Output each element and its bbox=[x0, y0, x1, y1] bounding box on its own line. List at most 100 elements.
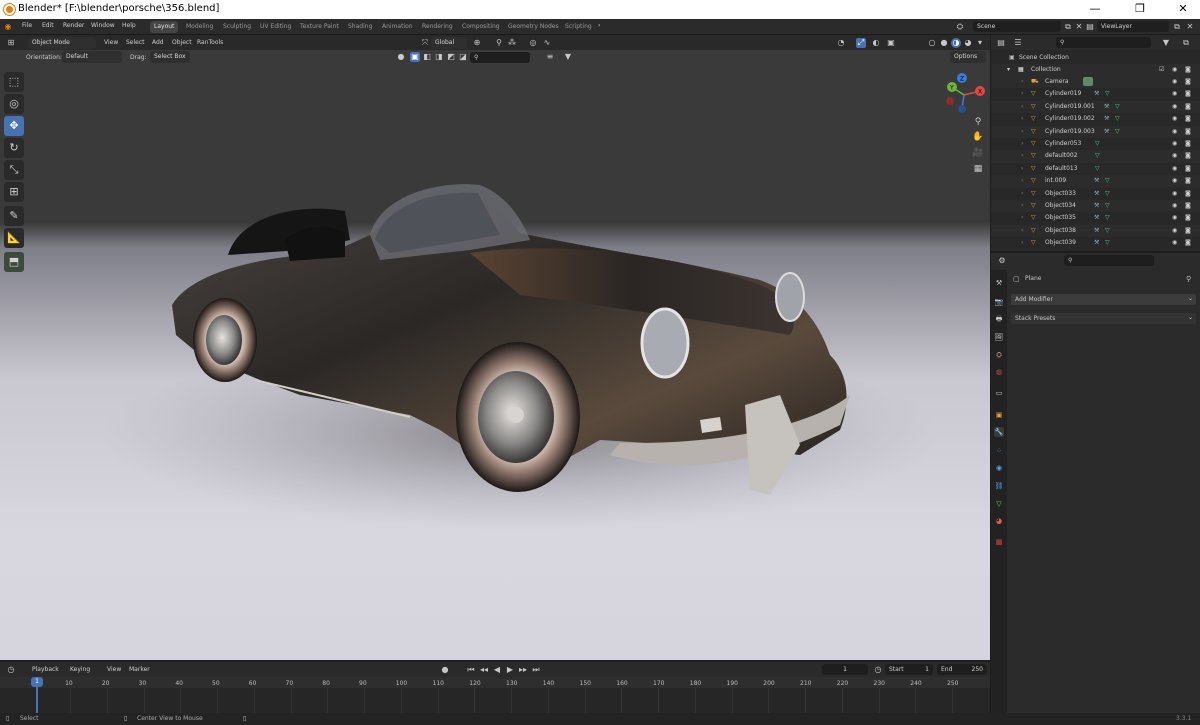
expand-arrow-icon[interactable]: › bbox=[1021, 165, 1023, 172]
jump-end-icon[interactable]: ⏭ bbox=[531, 665, 541, 675]
navigation-gizmo[interactable]: X Y Z bbox=[942, 73, 986, 117]
timeline-menu-view[interactable]: View bbox=[107, 666, 121, 673]
mesh-data-icon[interactable]: ▽ bbox=[1105, 214, 1110, 221]
timeline-editor-icon[interactable]: ◷ bbox=[6, 665, 16, 675]
list-item[interactable]: › ▽ Cylinder019.003 ⚒ ▽ ◉ ◙ bbox=[991, 125, 1200, 138]
mesh-data-icon[interactable]: ▽ bbox=[1105, 90, 1110, 97]
collection-tab-icon[interactable]: ▭ bbox=[994, 388, 1004, 398]
modifier-tab-icon[interactable]: 🔧 bbox=[994, 427, 1004, 437]
select-box-tool[interactable]: ⬚ bbox=[4, 72, 24, 92]
jump-start-icon[interactable]: ⏮ bbox=[466, 665, 476, 675]
camera-render-icon[interactable]: ◙ bbox=[1185, 140, 1191, 147]
viewport-menu-add[interactable]: Add bbox=[152, 39, 164, 46]
transform-tool[interactable]: ⊞ bbox=[4, 182, 24, 202]
eye-icon[interactable]: ◉ bbox=[1172, 103, 1177, 110]
shading-options-icon[interactable]: ▾ bbox=[975, 38, 985, 48]
select-invert-icon[interactable]: ◩ bbox=[446, 52, 456, 62]
menu-render[interactable]: Render bbox=[63, 22, 84, 29]
proportional-edit-icon[interactable]: ◎ bbox=[528, 38, 538, 48]
modifier-wrench-icon[interactable]: ⚒ bbox=[1094, 239, 1099, 246]
close-button[interactable]: ✕ bbox=[1168, 1, 1198, 17]
snap-target-icon[interactable]: ⁂ bbox=[507, 38, 517, 48]
select-subtract-icon[interactable]: ◨ bbox=[434, 52, 444, 62]
list-item[interactable]: › ▽ default013 ▽ ◉ ◙ bbox=[991, 163, 1200, 175]
add-cube-tool[interactable]: ⬒ bbox=[4, 252, 24, 272]
rotate-tool[interactable]: ↻ bbox=[4, 138, 24, 158]
more-tabs-icon[interactable]: › bbox=[598, 22, 600, 29]
delete-scene-icon[interactable]: ✕ bbox=[1074, 22, 1084, 32]
record-icon[interactable]: ● bbox=[440, 665, 450, 675]
expand-arrow-icon[interactable]: › bbox=[1021, 128, 1023, 135]
editor-type-icon[interactable]: ⊞ bbox=[6, 38, 16, 48]
overlays-icon[interactable]: ◐ bbox=[871, 38, 881, 48]
select-extend-icon[interactable]: ◧ bbox=[422, 52, 432, 62]
tool-tab-icon[interactable]: ⚒ bbox=[994, 278, 1004, 288]
annotate-tool[interactable]: ✎ bbox=[4, 206, 24, 226]
shading-rendered-icon[interactable]: ◕ bbox=[963, 38, 973, 48]
start-frame-field[interactable]: Start 1 bbox=[885, 664, 933, 675]
timeline-menu-playback[interactable]: Playback bbox=[32, 666, 59, 673]
eye-icon[interactable]: ◉ bbox=[1172, 78, 1177, 85]
filter-list-icon[interactable]: ≡ bbox=[545, 52, 555, 62]
proportional-falloff-icon[interactable]: ∿ bbox=[542, 38, 552, 48]
camera-render-icon[interactable]: ◙ bbox=[1185, 202, 1191, 209]
timeline-ruler[interactable]: 10 20 30 40 50 60 70 80 90 100 110 120 130 140 150 160 1… bbox=[0, 677, 990, 713]
eye-icon[interactable]: ◉ bbox=[1172, 152, 1177, 159]
expand-arrow-icon[interactable]: › bbox=[1021, 140, 1023, 147]
list-item[interactable]: › ▽ Cylinder019.002 ⚒ ▽ ◉ ◙ bbox=[991, 113, 1200, 125]
viewport-menu-rantools[interactable]: RanTools bbox=[197, 39, 223, 46]
perspective-toggle-icon[interactable]: ▦ bbox=[972, 164, 984, 176]
mesh-data-icon[interactable]: ▽ bbox=[1115, 115, 1120, 122]
playhead-frame-badge[interactable]: 1 bbox=[31, 677, 43, 687]
blender-menu-icon[interactable]: ◉ bbox=[3, 22, 13, 32]
add-modifier-button[interactable]: Add Modifier ⌄ bbox=[1011, 294, 1196, 305]
camera-render-icon[interactable]: ◙ bbox=[1185, 115, 1191, 122]
outliner-filter-icon[interactable]: ▼ bbox=[1161, 38, 1171, 48]
mesh-data-icon[interactable]: ▽ bbox=[1115, 103, 1120, 110]
display-mode-icon[interactable]: ☰ bbox=[1013, 38, 1023, 48]
expand-arrow-icon[interactable]: › bbox=[1021, 214, 1023, 221]
pan-hand-icon[interactable]: ✋ bbox=[972, 132, 984, 144]
outliner-editor-icon[interactable]: ▤ bbox=[996, 38, 1006, 48]
expand-arrow-icon[interactable]: › bbox=[1021, 115, 1023, 122]
mesh-data-icon[interactable]: ▽ bbox=[1105, 177, 1110, 184]
timeline-menu-keying[interactable]: Keying bbox=[70, 666, 90, 673]
xray-icon[interactable]: ▣ bbox=[886, 38, 896, 48]
gizmo-toggle-icon[interactable]: ⤢ bbox=[856, 38, 866, 48]
camera-data-icon[interactable] bbox=[1083, 77, 1093, 86]
menu-file[interactable]: File bbox=[22, 22, 32, 29]
viewport-search-input[interactable]: ⚲ bbox=[470, 52, 530, 63]
select-intersect-icon[interactable]: ◪ bbox=[458, 52, 468, 62]
modifier-wrench-icon[interactable]: ⚒ bbox=[1104, 103, 1109, 110]
mode-select[interactable]: Object Mode bbox=[28, 37, 96, 49]
timeline-menu-marker[interactable]: Marker bbox=[129, 666, 150, 673]
expand-arrow-icon[interactable]: › bbox=[1021, 90, 1023, 97]
scale-tool[interactable]: ⤡ bbox=[4, 160, 24, 180]
shading-solid-icon[interactable]: ● bbox=[939, 38, 949, 48]
list-item[interactable]: › ▽ Object034 ⚒ ▽ ◉ ◙ bbox=[991, 200, 1200, 213]
tab-modeling[interactable]: Modeling bbox=[182, 21, 217, 33]
next-keyframe-icon[interactable]: ▸▸ bbox=[518, 665, 528, 675]
shading-material-icon[interactable]: ◑ bbox=[951, 38, 961, 48]
pin-icon[interactable]: ⚲ bbox=[1186, 275, 1191, 283]
modifier-wrench-icon[interactable]: ⚒ bbox=[1094, 214, 1099, 221]
texture-tab-icon[interactable]: ▩ bbox=[994, 537, 1004, 547]
funnel-icon[interactable]: ▼ bbox=[563, 52, 573, 62]
camera-render-icon[interactable]: ◙ bbox=[1185, 239, 1191, 246]
3d-viewport[interactable]: ⊞ Object Mode View Select Add Object Ran… bbox=[0, 35, 990, 660]
list-item[interactable]: › ▽ default002 ▽ ◉ ◙ bbox=[991, 150, 1200, 163]
zoom-icon[interactable]: ⚲ bbox=[972, 117, 984, 129]
list-item[interactable]: › ▽ Cylinder053 ▽ ◉ ◙ bbox=[991, 138, 1200, 150]
modifier-wrench-icon[interactable]: ⚒ bbox=[1094, 202, 1099, 209]
expand-arrow-icon[interactable]: › bbox=[1021, 177, 1023, 184]
stack-presets-dropdown[interactable]: Stack Presets ⌄ bbox=[1011, 313, 1196, 324]
drag-select[interactable]: Select Box bbox=[150, 51, 190, 63]
viewport-menu-object[interactable]: Object bbox=[172, 39, 192, 46]
physics-tab-icon[interactable]: ◉ bbox=[994, 463, 1004, 473]
scene-icon[interactable]: ⛭ bbox=[955, 22, 965, 32]
properties-editor-icon[interactable]: ⚙ bbox=[997, 256, 1007, 266]
constraints-tab-icon[interactable]: ⛓ bbox=[994, 481, 1004, 491]
playhead-line[interactable] bbox=[36, 687, 38, 713]
eye-icon[interactable]: ◉ bbox=[1172, 115, 1177, 122]
eye-icon[interactable]: ◉ bbox=[1172, 140, 1177, 147]
